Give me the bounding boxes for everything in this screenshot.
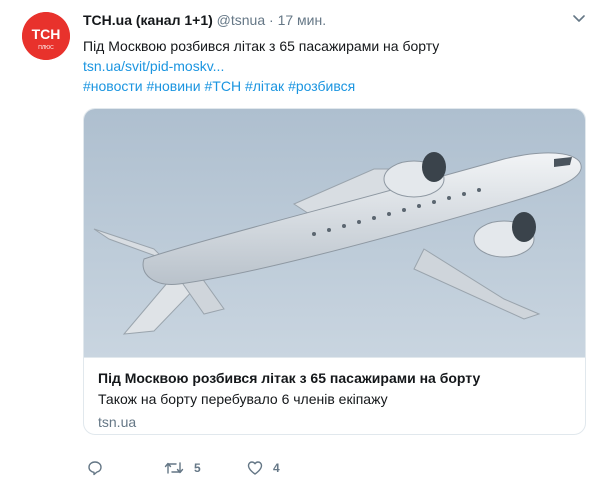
heart-icon (247, 461, 263, 475)
separator-dot: · (269, 12, 274, 28)
avatar[interactable]: ТСН ПЛЮС (22, 12, 70, 60)
chevron-down-icon[interactable] (573, 14, 585, 24)
card-domain[interactable]: tsn.ua (98, 414, 136, 430)
tweet-link[interactable]: tsn.ua/svit/pid-moskv... (83, 56, 583, 76)
retweet-icon (164, 462, 184, 474)
like-button[interactable]: 4 (247, 460, 280, 476)
tweet-hashtags[interactable]: #новости #новини #ТСН #літак #розбився (83, 76, 583, 96)
link-card[interactable]: Під Москвою розбився літак з 65 пасажира… (83, 108, 586, 435)
tweet-actions: 5 4 (83, 460, 383, 480)
tsn-logo-icon: ТСН ПЛЮС (22, 12, 70, 60)
tweet[interactable]: ТСН ПЛЮС ТСН.ua (канал 1+1) @tsnua · 17 … (0, 0, 599, 488)
timestamp[interactable]: 17 мин. (278, 12, 327, 28)
tweet-text-line: Під Москвою розбився літак з 65 пасажира… (83, 38, 440, 54)
reply-icon (88, 461, 102, 476)
like-count: 4 (273, 461, 280, 475)
card-body: Під Москвою розбився літак з 65 пасажира… (84, 357, 585, 434)
retweet-count: 5 (194, 461, 201, 475)
card-title[interactable]: Під Москвою розбився літак з 65 пасажира… (98, 370, 480, 386)
avatar-sub-text: ПЛЮС (38, 45, 54, 51)
user-handle[interactable]: @tsnua (217, 12, 265, 28)
avatar-logo-text: ТСН (32, 26, 61, 42)
display-name[interactable]: ТСН.ua (канал 1+1) (83, 12, 213, 28)
airplane-photo[interactable] (84, 109, 585, 357)
retweet-button[interactable]: 5 (164, 460, 201, 476)
reply-button[interactable] (87, 460, 103, 476)
card-description: Також на борту перебувало 6 членів екіпа… (98, 391, 388, 407)
tweet-header: ТСН.ua (канал 1+1) @tsnua · 17 мин. (83, 12, 326, 28)
tweet-text: Під Москвою розбився літак з 65 пасажира… (83, 36, 583, 96)
